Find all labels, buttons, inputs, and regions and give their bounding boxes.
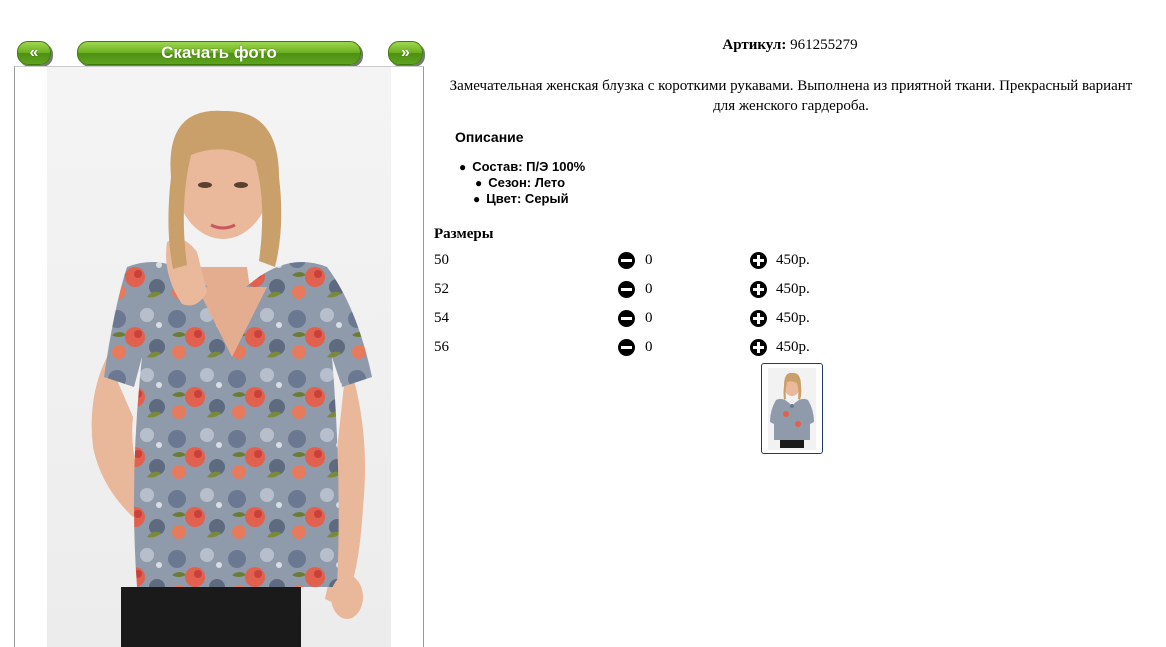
article-line: Артикул: 961255279 — [440, 37, 1140, 54]
increase-qty-icon[interactable] — [750, 252, 767, 269]
decrease-qty-icon[interactable] — [618, 310, 635, 327]
price-value: 450р. — [776, 339, 810, 355]
bullet-icon: ● — [473, 192, 481, 206]
decrease-qty-icon[interactable] — [618, 281, 635, 298]
decrease-qty-icon[interactable] — [618, 252, 635, 269]
quantity-value: 0 — [645, 252, 653, 268]
photo-thumbnail[interactable] — [761, 363, 823, 454]
quantity-value: 0 — [645, 339, 653, 355]
size-value: 56 — [434, 339, 449, 355]
quantity-value: 0 — [645, 281, 653, 297]
property-text: Цвет: Серый — [486, 191, 569, 206]
size-value: 52 — [434, 281, 449, 297]
prev-photo-button[interactable]: « — [17, 41, 51, 65]
bullet-icon: ● — [475, 176, 483, 190]
sizes-heading: Размеры — [434, 226, 494, 242]
decrease-qty-icon[interactable] — [618, 339, 635, 356]
size-row: 56 0 450р. — [434, 339, 854, 361]
size-row: 50 0 450р. — [434, 252, 854, 274]
property-composition: ● Состав: П/Э 100% — [459, 159, 585, 175]
size-row: 54 0 450р. — [434, 310, 854, 332]
product-properties-list: ● Состав: П/Э 100% ● Сезон: Лето ● Цвет:… — [459, 159, 585, 207]
size-value: 54 — [434, 310, 449, 326]
bullet-icon: ● — [459, 160, 467, 174]
product-description: Замечательная женская блузка с короткими… — [449, 78, 1133, 114]
price-value: 450р. — [776, 310, 810, 326]
property-text: Состав: П/Э 100% — [472, 159, 586, 174]
increase-qty-icon[interactable] — [750, 339, 767, 356]
next-photo-button[interactable]: » — [388, 41, 423, 65]
size-value: 50 — [434, 252, 449, 268]
main-photo-frame — [14, 66, 424, 647]
price-value: 450р. — [776, 252, 810, 268]
increase-qty-icon[interactable] — [750, 281, 767, 298]
property-color: ● Цвет: Серый — [473, 191, 585, 207]
main-product-photo[interactable] — [47, 67, 391, 647]
size-row: 52 0 450р. — [434, 281, 854, 303]
article-label: Артикул: — [722, 37, 787, 53]
download-photo-button[interactable]: Скачать фото — [77, 41, 361, 65]
description-heading: Описание — [455, 129, 524, 145]
increase-qty-icon[interactable] — [750, 310, 767, 327]
thumbnail-image — [768, 368, 816, 450]
property-season: ● Сезон: Лето — [475, 175, 585, 191]
property-text: Сезон: Лето — [488, 175, 566, 190]
quantity-value: 0 — [645, 310, 653, 326]
model-photo-illustration — [91, 110, 372, 647]
article-number: 961255279 — [790, 37, 858, 53]
price-value: 450р. — [776, 281, 810, 297]
